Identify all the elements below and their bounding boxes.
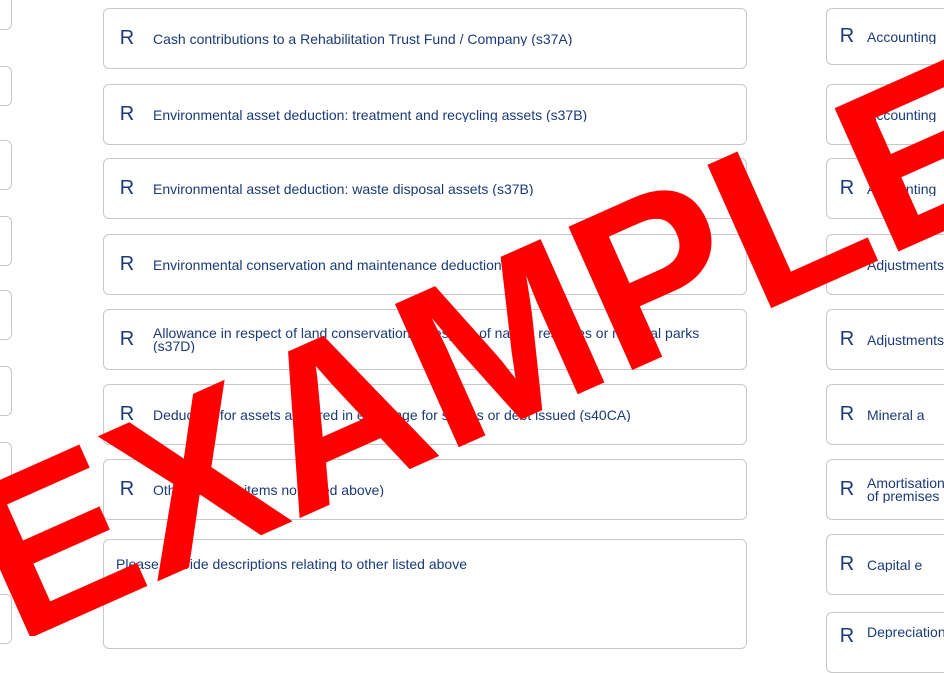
left-stub (0, 66, 12, 106)
currency-symbol: R (839, 328, 855, 350)
currency-symbol: R (119, 27, 135, 49)
amount-field-s37c[interactable]: R Environmental conservation and mainten… (103, 234, 747, 295)
currency-symbol: R (119, 103, 135, 125)
currency-symbol: R (839, 553, 855, 575)
field-label: Amortisation of premises (867, 476, 944, 503)
amount-field-s37b-waste[interactable]: R Environmental asset deduction: waste d… (103, 158, 747, 219)
left-stub (0, 594, 12, 644)
right-amount-field[interactable]: R Depreciation (826, 612, 944, 673)
currency-symbol: R (839, 403, 855, 425)
left-stub (0, 0, 12, 30)
field-label: Environmental asset deduction: waste dis… (153, 181, 534, 196)
field-label: Environmental conservation and maintenan… (153, 257, 548, 272)
currency-symbol: R (119, 328, 135, 350)
field-label: Adjustments (867, 257, 944, 272)
amount-field-other[interactable]: R Other (specify items not listed above) (103, 459, 747, 520)
left-stub (0, 442, 12, 492)
left-stub (0, 366, 12, 416)
currency-symbol: R (839, 177, 855, 199)
right-amount-field[interactable]: R Adjustments (826, 309, 944, 370)
field-label: Allowance in respect of land conservatio… (153, 326, 700, 353)
field-label: Accounting (867, 29, 937, 44)
right-amount-field[interactable]: R Accounting (826, 158, 944, 219)
amount-field-s40ca[interactable]: R Deduction for assets acquired in excha… (103, 384, 747, 445)
right-amount-field[interactable]: R Mineral a (826, 384, 944, 445)
field-label: Deduction for assets acquired in exchang… (153, 407, 631, 422)
currency-symbol: R (119, 478, 135, 500)
right-amount-field[interactable]: R Amortisation of premises (826, 459, 944, 520)
left-stub (0, 140, 12, 190)
currency-symbol: R (119, 177, 135, 199)
other-description-textarea[interactable]: Please provide descriptions relating to … (103, 539, 747, 649)
field-label: Other (specify items not listed above) (153, 482, 385, 497)
left-stub (0, 290, 12, 340)
right-amount-field[interactable]: R Accounting (826, 8, 944, 65)
currency-symbol: R (839, 103, 855, 125)
currency-symbol: R (119, 253, 135, 275)
amount-field-s37b-treatment[interactable]: R Environmental asset deduction: treatme… (103, 84, 747, 145)
field-label: Environmental asset deduction: treatment… (153, 107, 588, 122)
currency-symbol: R (839, 25, 855, 47)
right-amount-field[interactable]: R Accounting (826, 84, 944, 145)
amount-field-s37d[interactable]: R Allowance in respect of land conservat… (103, 309, 747, 370)
currency-symbol: R (839, 253, 855, 275)
currency-symbol: R (839, 478, 855, 500)
left-stub (0, 216, 12, 266)
field-label: Mineral a (867, 407, 925, 422)
currency-symbol: R (839, 625, 855, 647)
amount-field-s37a[interactable]: R Cash contributions to a Rehabilitation… (103, 8, 747, 69)
field-label: Depreciation (867, 625, 944, 639)
field-label: Adjustments (867, 332, 944, 347)
left-stub (0, 518, 12, 568)
field-label: Capital e (867, 557, 923, 572)
right-amount-field[interactable]: R Adjustments (826, 234, 944, 295)
currency-symbol: R (119, 403, 135, 425)
field-label: Accounting (867, 107, 937, 122)
textarea-label: Please provide descriptions relating to … (116, 557, 467, 571)
field-label: Accounting (867, 181, 937, 196)
field-label: Cash contributions to a Rehabilitation T… (153, 31, 573, 46)
right-amount-field[interactable]: R Capital e (826, 534, 944, 595)
